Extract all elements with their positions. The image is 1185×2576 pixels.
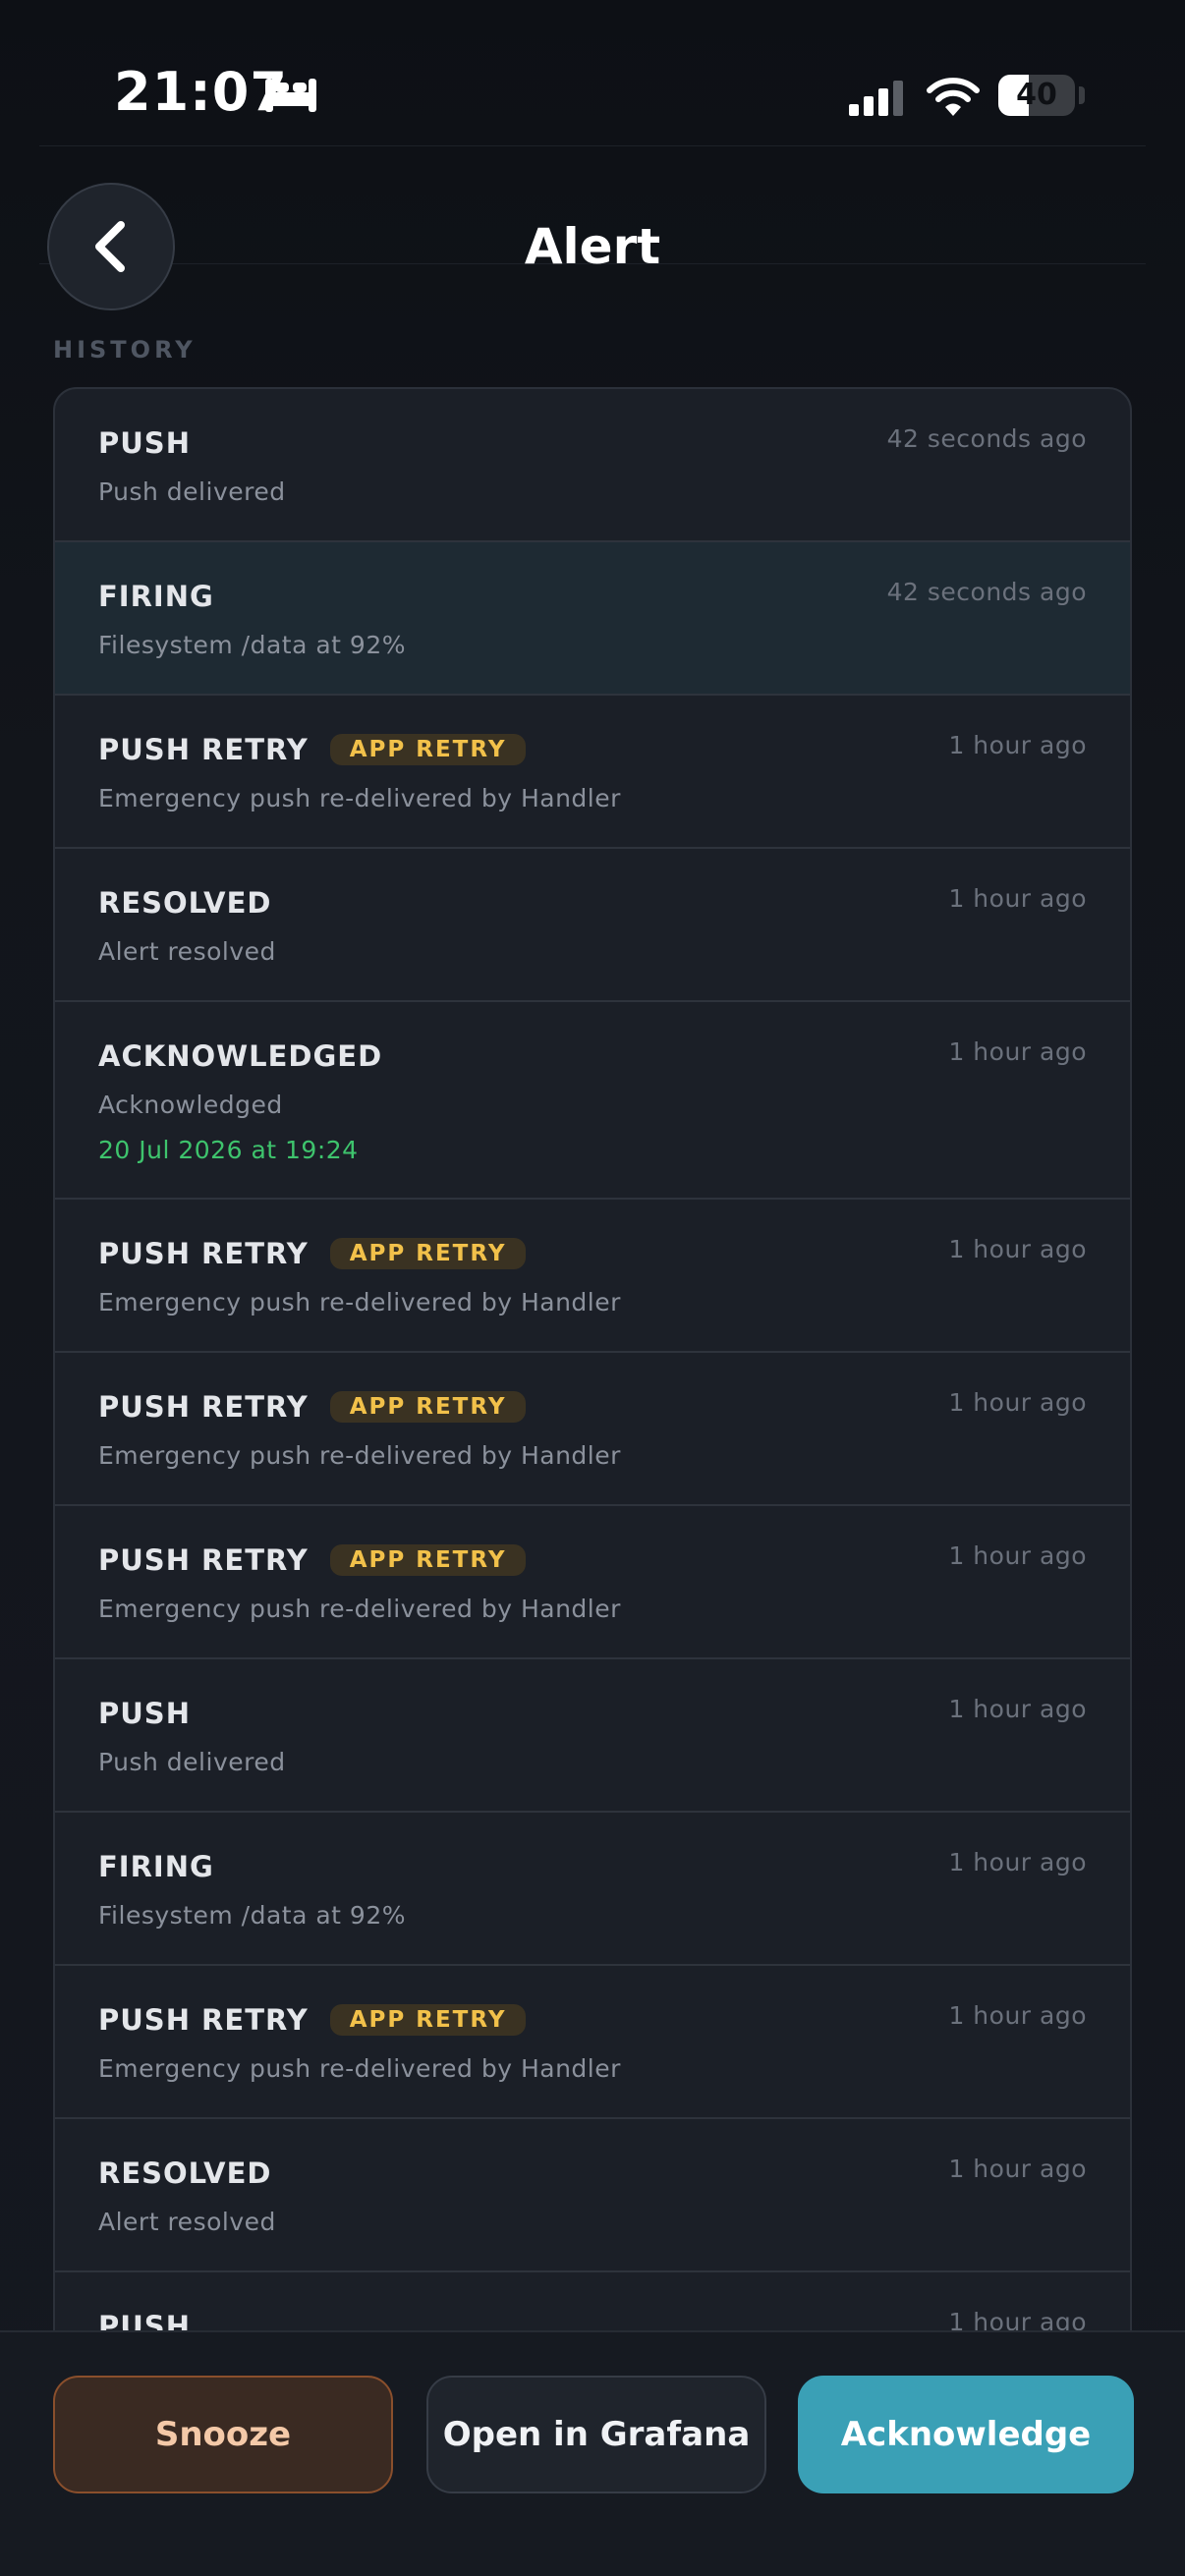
history-row-time: 42 seconds ago (886, 578, 1087, 606)
history-row-subtitle: Emergency push re-delivered by Handler (98, 2054, 621, 2083)
history-row-title: PUSH RETRY APP RETRY (98, 2003, 527, 2037)
history-row[interactable]: ACKNOWLEDGED 1 hour ago Acknowledged 20 Jul… (55, 1002, 1130, 1200)
history-row-time: 1 hour ago (948, 1388, 1087, 1417)
history-row-timestamp: 20 Jul 2026 at 19:24 (98, 1136, 359, 1164)
history-row-title: ACKNOWLEDGED (98, 1039, 382, 1073)
history-row-title: PUSH RETRY APP RETRY (98, 1237, 527, 1270)
history-row-subtitle: Acknowledged (98, 1091, 283, 1119)
history-row-event: PUSH RETRY (98, 1543, 309, 1577)
history-row-title: PUSH RETRY APP RETRY (98, 1390, 527, 1424)
history-row[interactable]: RESOLVED 1 hour ago Alert resolved (55, 849, 1130, 1002)
app-retry-badge: APP RETRY (329, 2004, 527, 2036)
open-in-grafana-button[interactable]: Open in Grafana (426, 2376, 766, 2493)
app-retry-badge: APP RETRY (329, 1238, 527, 1269)
history-row-subtitle: Filesystem /data at 92% (98, 631, 406, 659)
history-row-time: 1 hour ago (948, 1235, 1087, 1263)
history-row[interactable]: RESOLVED 1 hour ago Alert resolved (55, 2119, 1130, 2272)
history-row-title: FIRING (98, 1850, 214, 1883)
battery-icon: 40 (998, 75, 1075, 116)
history-row[interactable]: PUSH RETRY APP RETRY 1 hour ago Emergency p… (55, 1353, 1130, 1506)
history-row-title: PUSH RETRY APP RETRY (98, 1543, 527, 1577)
history-row-subtitle: Alert resolved (98, 2208, 276, 2236)
history-row[interactable]: PUSH RETRY APP RETRY 1 hour ago Emergency p… (55, 696, 1130, 849)
history-row-subtitle: Emergency push re-delivered by Handler (98, 1595, 621, 1623)
history-row-event: FIRING (98, 1850, 214, 1883)
history-row-time: 1 hour ago (948, 731, 1087, 759)
history-row[interactable]: FIRING 42 seconds ago Filesystem /data at … (55, 542, 1130, 696)
history-list: PUSH 42 seconds ago Push delivered FIRING 42… (53, 387, 1132, 2352)
history-row-title: PUSH (98, 426, 191, 460)
battery-level: 40 (1016, 78, 1057, 112)
history-row-event: PUSH RETRY (98, 733, 309, 766)
history-row-event: PUSH (98, 1697, 191, 1730)
wifi-icon (927, 78, 980, 116)
history-row-title: FIRING (98, 580, 214, 613)
battery-cap (1079, 86, 1085, 104)
status-time: 21:07 (114, 61, 288, 123)
app-retry-badge: APP RETRY (329, 734, 527, 765)
history-row-event: PUSH RETRY (98, 1237, 309, 1270)
page-title: Alert (524, 218, 661, 275)
history-row-subtitle: Emergency push re-delivered by Handler (98, 1441, 621, 1470)
app-retry-badge: APP RETRY (329, 1544, 527, 1576)
history-row-event: PUSH (98, 426, 191, 460)
history-row-event: PUSH RETRY (98, 2003, 309, 2037)
history-row-subtitle: Push delivered (98, 477, 286, 506)
history-row-time: 1 hour ago (948, 1695, 1087, 1723)
history-row[interactable]: FIRING 1 hour ago Filesystem /data at 92% (55, 1813, 1130, 1966)
history-row-event: RESOLVED (98, 886, 272, 920)
history-row-subtitle: Emergency push re-delivered by Handler (98, 784, 621, 812)
history-row-title: PUSH RETRY APP RETRY (98, 733, 527, 766)
history-row-time: 1 hour ago (948, 884, 1087, 913)
cellular-signal-icon (849, 81, 903, 116)
history-row-event: PUSH RETRY (98, 1390, 309, 1424)
action-bar: Snooze Open in Grafana Acknowledge (0, 2330, 1185, 2576)
bed-icon (265, 79, 316, 112)
history-section-label: HISTORY (53, 336, 197, 364)
history-row-subtitle: Push delivered (98, 1748, 286, 1776)
history-row-subtitle: Alert resolved (98, 937, 276, 966)
history-row-subtitle: Emergency push re-delivered by Handler (98, 1288, 621, 1316)
history-row-title: RESOLVED (98, 886, 272, 920)
history-row-event: FIRING (98, 580, 214, 613)
history-row-time: 1 hour ago (948, 1037, 1087, 1066)
history-row[interactable]: PUSH 1 hour ago Push delivered (55, 1659, 1130, 1813)
history-row-event: ACKNOWLEDGED (98, 1039, 383, 1073)
history-row-time: 42 seconds ago (886, 424, 1087, 453)
app-retry-badge: APP RETRY (329, 1391, 527, 1423)
history-row[interactable]: PUSH RETRY APP RETRY 1 hour ago Emergency p… (55, 1966, 1130, 2119)
alert-screen: 21:07 40 Alert HISTORY PUSH 42 seconds a… (0, 0, 1185, 2576)
history-row[interactable]: PUSH RETRY APP RETRY 1 hour ago Emergency p… (55, 1200, 1130, 1353)
snooze-button[interactable]: Snooze (53, 2376, 393, 2493)
history-row-time: 1 hour ago (948, 2001, 1087, 2030)
status-bar: 21:07 40 (0, 0, 1185, 187)
history-row-time: 1 hour ago (948, 1541, 1087, 1570)
history-row-title: RESOLVED (98, 2156, 272, 2190)
history-row-event: RESOLVED (98, 2156, 272, 2190)
history-row-time: 1 hour ago (948, 2155, 1087, 2183)
history-row[interactable]: PUSH RETRY APP RETRY 1 hour ago Emergency p… (55, 1506, 1130, 1659)
acknowledge-button[interactable]: Acknowledge (798, 2376, 1134, 2493)
history-row[interactable]: PUSH 42 seconds ago Push delivered (55, 389, 1130, 542)
history-row-time: 1 hour ago (948, 1848, 1087, 1876)
history-row-subtitle: Filesystem /data at 92% (98, 1901, 406, 1930)
history-row-title: PUSH (98, 1697, 191, 1730)
